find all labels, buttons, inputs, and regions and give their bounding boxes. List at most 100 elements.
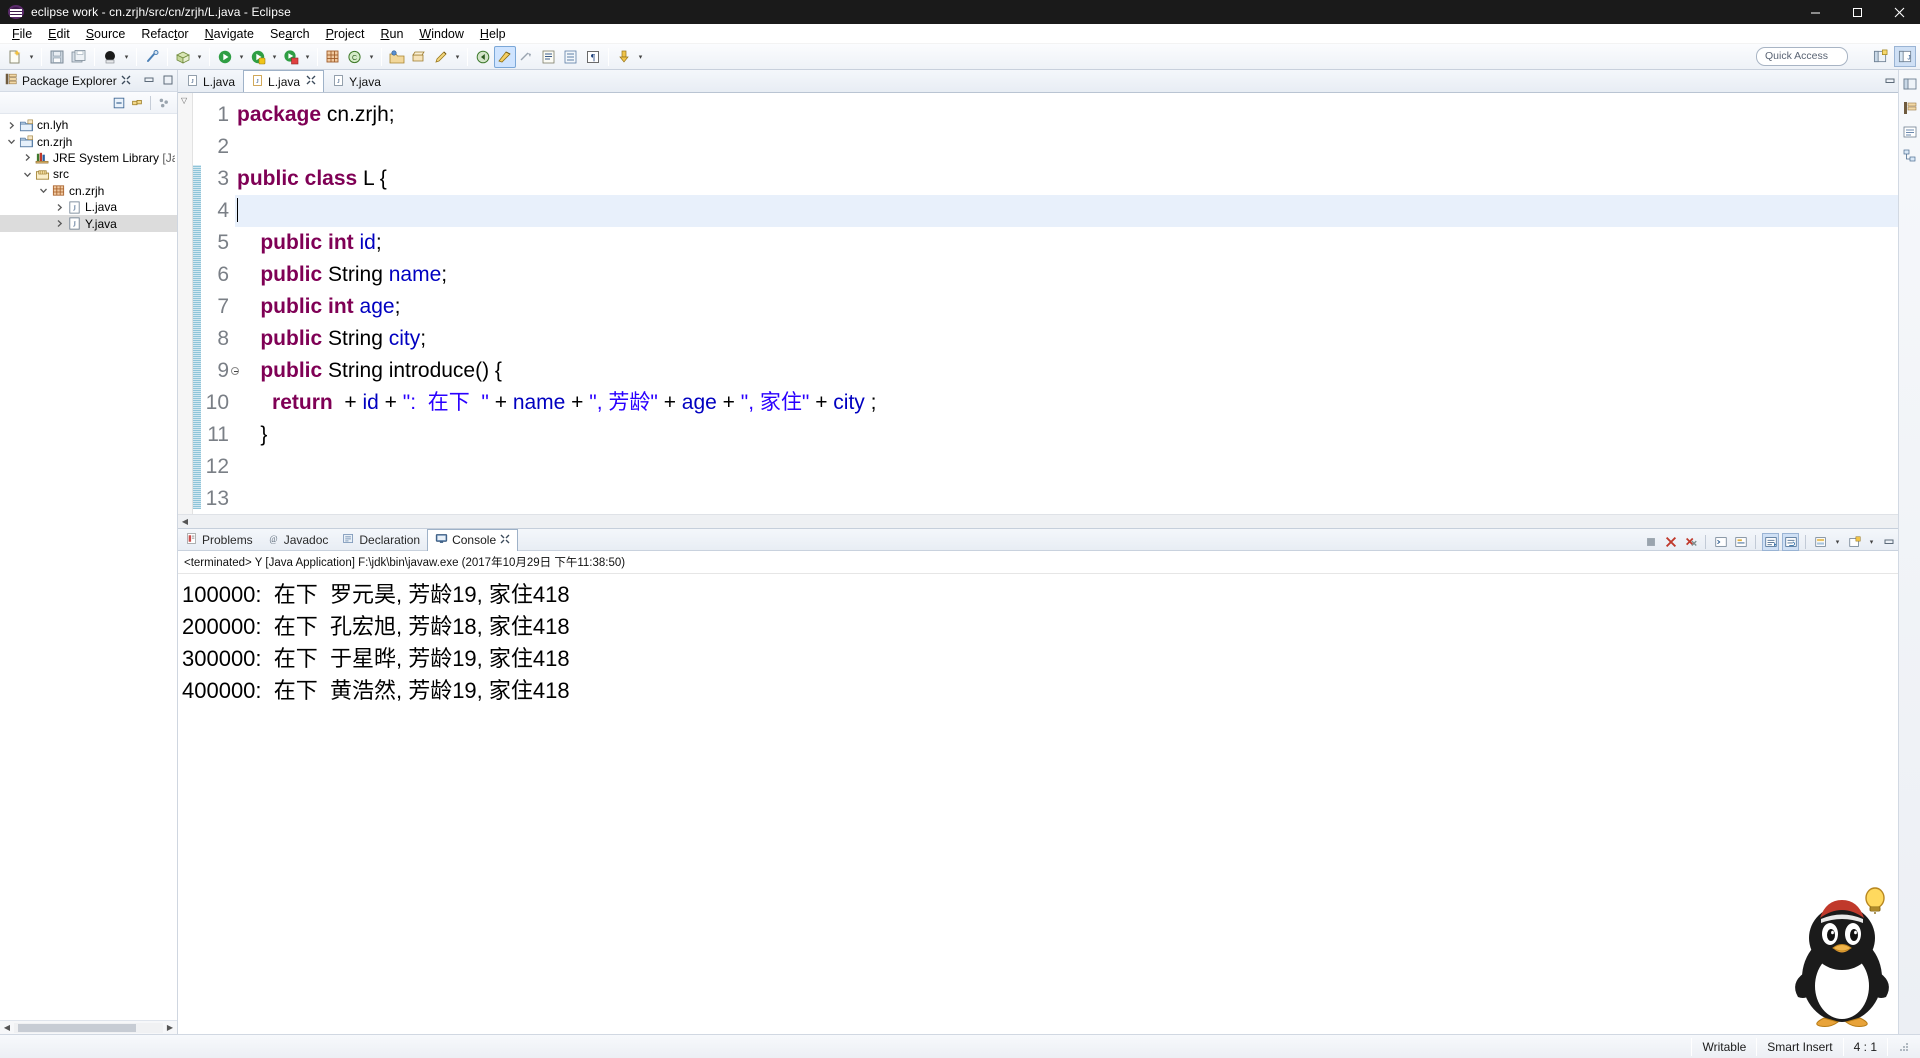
new-java-project-icon[interactable] xyxy=(322,46,344,68)
open-type-icon[interactable] xyxy=(386,46,408,68)
chevron-down-icon[interactable] xyxy=(20,166,34,182)
console-view-dropdown-icon[interactable]: ▾ xyxy=(1866,531,1877,553)
print-dropdown-icon[interactable]: ▾ xyxy=(121,46,132,68)
scroll-left-icon[interactable]: ◀ xyxy=(0,1023,14,1032)
tab-problems[interactable]: Problems xyxy=(178,529,260,551)
menu-navigate[interactable]: Navigate xyxy=(197,26,262,42)
menu-search[interactable]: Search xyxy=(262,26,318,42)
scroll-lock-icon[interactable] xyxy=(1762,533,1779,551)
editor-tab-1-active[interactable]: J L.java xyxy=(243,70,325,92)
editor-tab-2[interactable]: J Y.java xyxy=(324,70,389,92)
menu-run[interactable]: Run xyxy=(372,26,411,42)
save-icon[interactable] xyxy=(46,46,68,68)
search-open-resource-icon[interactable] xyxy=(408,46,430,68)
maximize-button[interactable] xyxy=(1836,0,1878,24)
new-wizard-icon[interactable] xyxy=(4,46,26,68)
tree-item-cn-lyh[interactable]: cn.lyh xyxy=(0,117,177,133)
restore-perspective-icon[interactable] xyxy=(1900,74,1920,94)
project-tree[interactable]: cn.lyh cn.zrjh JRE System Library [J src… xyxy=(0,114,177,1020)
tree-item-cn-zrjh[interactable]: cn.zrjh xyxy=(0,133,177,149)
tree-item-jre-system-library[interactable]: JRE System Library [Java! xyxy=(0,150,177,166)
status-resize-grip[interactable] xyxy=(1888,1035,1920,1058)
scroll-track[interactable] xyxy=(14,1022,163,1033)
menu-edit[interactable]: Edit xyxy=(40,26,78,42)
tree-item-package-cn-zrjh[interactable]: cn.zrjh xyxy=(0,183,177,199)
scroll-thumb[interactable] xyxy=(18,1023,136,1032)
chevron-down-icon[interactable] xyxy=(36,183,50,199)
code-text-area[interactable]: package cn.zrjh; public class L { public… xyxy=(235,93,1920,514)
debug-icon[interactable] xyxy=(214,46,236,68)
close-icon[interactable] xyxy=(121,74,131,88)
chevron-right-icon[interactable] xyxy=(52,216,66,232)
view-menu-icon[interactable] xyxy=(157,96,171,110)
run-dropdown-icon[interactable]: ▾ xyxy=(269,46,280,68)
print-icon[interactable] xyxy=(99,46,121,68)
download-dropdown-icon[interactable]: ▾ xyxy=(635,46,646,68)
menu-refactor[interactable]: Refactor xyxy=(133,26,196,42)
display-selected-console-icon[interactable] xyxy=(1812,533,1829,551)
outline-fastview-icon[interactable] xyxy=(1900,122,1920,142)
tab-javadoc[interactable]: @ Javadoc xyxy=(260,529,336,551)
tab-console-active[interactable]: Console xyxy=(427,528,519,551)
new-console-view-icon[interactable] xyxy=(1846,533,1863,551)
quick-access-input[interactable]: Quick Access xyxy=(1756,47,1848,66)
collapse-all-icon[interactable] xyxy=(112,96,126,110)
qq-penguin-icon[interactable] xyxy=(1782,898,1902,1028)
close-button[interactable] xyxy=(1878,0,1920,24)
download-icon[interactable] xyxy=(613,46,635,68)
word-wrap-icon[interactable] xyxy=(1782,533,1799,551)
open-perspective-icon[interactable] xyxy=(1869,46,1891,67)
link-with-editor-icon[interactable] xyxy=(130,96,144,110)
editor-horizontal-scrollbar[interactable]: ◀ ▶ xyxy=(178,514,1920,528)
tree-item-l-java[interactable]: J L.java xyxy=(0,199,177,215)
link-icon[interactable] xyxy=(141,46,163,68)
remove-all-terminated-icon[interactable] xyxy=(1682,533,1699,551)
editor-tab-0[interactable]: J L.java xyxy=(178,70,243,92)
terminate-icon[interactable] xyxy=(1642,533,1659,551)
new-java-package-icon[interactable] xyxy=(172,46,194,68)
scroll-right-icon[interactable]: ▶ xyxy=(163,1023,177,1032)
close-icon[interactable] xyxy=(500,533,510,547)
menu-project[interactable]: Project xyxy=(318,26,373,42)
menu-window[interactable]: Window xyxy=(411,26,471,42)
explorer-horizontal-scrollbar[interactable]: ◀ ▶ xyxy=(0,1020,177,1034)
back-icon[interactable] xyxy=(472,46,494,68)
tree-item-y-java[interactable]: J Y.java xyxy=(0,215,177,232)
tree-item-src[interactable]: src xyxy=(0,166,177,182)
editor-annotation-ruler[interactable]: ▽ xyxy=(178,93,193,514)
editor-body[interactable]: ▽ 1 2 3 4 5 6 7 8 9 10 11 12 13 package … xyxy=(178,93,1920,514)
external-tools-dropdown-icon[interactable]: ▾ xyxy=(302,46,313,68)
maximize-icon[interactable] xyxy=(161,73,175,87)
chevron-right-icon[interactable] xyxy=(20,150,34,166)
previous-annotation-icon[interactable] xyxy=(560,46,582,68)
chevron-right-icon[interactable] xyxy=(52,199,66,215)
minimize-icon[interactable] xyxy=(1883,74,1897,88)
pin-console-icon[interactable] xyxy=(1732,533,1749,551)
console-dropdown-icon[interactable]: ▾ xyxy=(1832,531,1843,553)
tab-declaration[interactable]: Declaration xyxy=(335,529,427,551)
minimize-button[interactable] xyxy=(1794,0,1836,24)
last-edit-location-icon[interactable] xyxy=(516,46,538,68)
pilcrow-icon[interactable]: ¶ xyxy=(582,46,604,68)
new-class-dropdown-icon[interactable]: ▾ xyxy=(366,46,377,68)
package-dropdown-icon[interactable]: ▾ xyxy=(194,46,205,68)
open-console-icon[interactable] xyxy=(1712,533,1729,551)
package-explorer-fastview-icon[interactable] xyxy=(1900,98,1920,118)
pencil-icon[interactable] xyxy=(430,46,452,68)
run-icon[interactable] xyxy=(247,46,269,68)
minimize-icon[interactable] xyxy=(142,73,156,87)
close-icon[interactable] xyxy=(306,75,316,88)
chevron-down-icon[interactable] xyxy=(4,134,18,150)
new-class-icon[interactable]: C xyxy=(344,46,366,68)
minimize-icon[interactable] xyxy=(1880,533,1897,551)
hierarchy-fastview-icon[interactable] xyxy=(1900,146,1920,166)
tab-package-explorer[interactable]: Package Explorer xyxy=(0,70,135,92)
save-all-icon[interactable] xyxy=(68,46,90,68)
collapse-ruler-icon[interactable]: ▽ xyxy=(181,96,187,105)
scroll-left-icon[interactable]: ◀ xyxy=(178,517,192,526)
java-perspective-icon[interactable]: J xyxy=(1894,46,1916,67)
menu-help[interactable]: Help xyxy=(472,26,514,42)
pencil-dropdown-icon[interactable]: ▾ xyxy=(452,46,463,68)
menu-source[interactable]: Source xyxy=(78,26,134,42)
menu-file[interactable]: File xyxy=(4,26,40,42)
